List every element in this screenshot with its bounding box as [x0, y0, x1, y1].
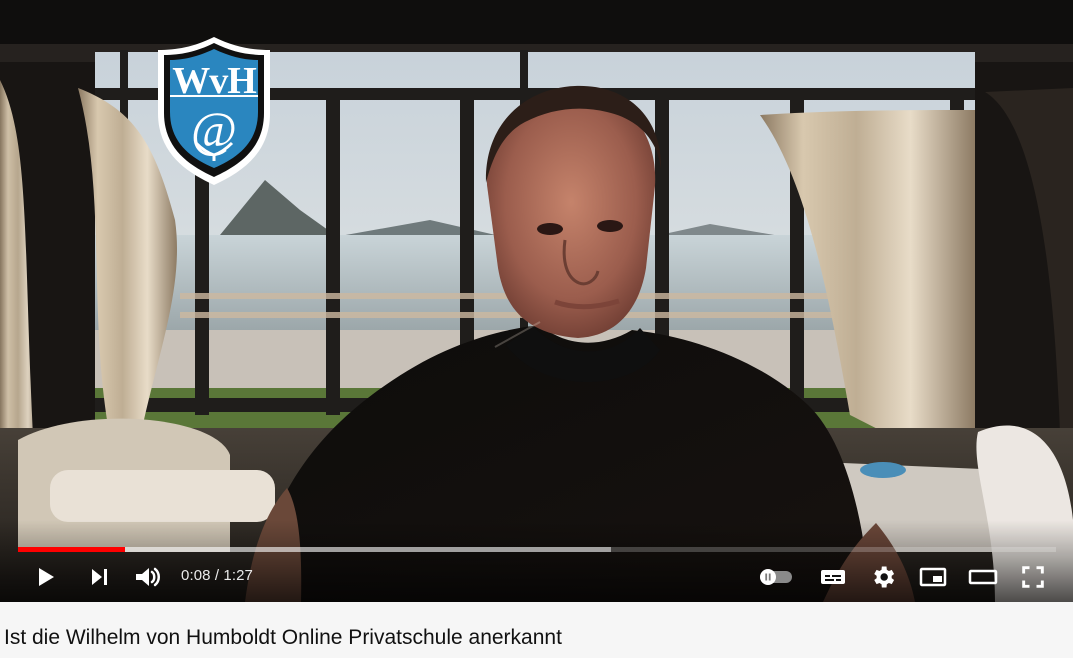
autoplay-toggle[interactable] — [756, 560, 796, 594]
video-title: Ist die Wilhelm von Humboldt Online Priv… — [4, 626, 562, 649]
progress-played[interactable] — [18, 547, 125, 552]
miniplayer-button[interactable] — [916, 560, 950, 594]
volume-button[interactable] — [130, 560, 164, 594]
progress-bar[interactable] — [18, 547, 1056, 552]
play-button[interactable] — [28, 560, 62, 594]
miniplayer-icon — [919, 567, 947, 587]
wvh-logo — [158, 37, 270, 185]
play-icon — [39, 568, 54, 586]
settings-button[interactable] — [866, 560, 900, 594]
fullscreen-button[interactable] — [1016, 560, 1050, 594]
volume-icon — [136, 567, 160, 587]
time-display-text: 0:08 / 1:27 — [181, 567, 253, 584]
theater-mode-icon — [968, 569, 998, 585]
next-icon — [92, 569, 107, 585]
subtitles-icon — [821, 570, 845, 584]
theater-mode-button[interactable] — [966, 560, 1000, 594]
video-player[interactable]: WvH @ 0:08 / 1:27 — [0, 0, 1073, 602]
autoplay-toggle-icon — [760, 569, 792, 585]
next-button[interactable] — [82, 560, 116, 594]
page: WvH @ 0:08 / 1:27 Ist die Wilhelm von Hu… — [0, 0, 1073, 658]
settings-icon — [874, 566, 895, 588]
subtitles-button[interactable] — [816, 560, 850, 594]
time-display: 0:08 / 1:27 — [181, 567, 253, 584]
fullscreen-icon — [1022, 566, 1044, 588]
